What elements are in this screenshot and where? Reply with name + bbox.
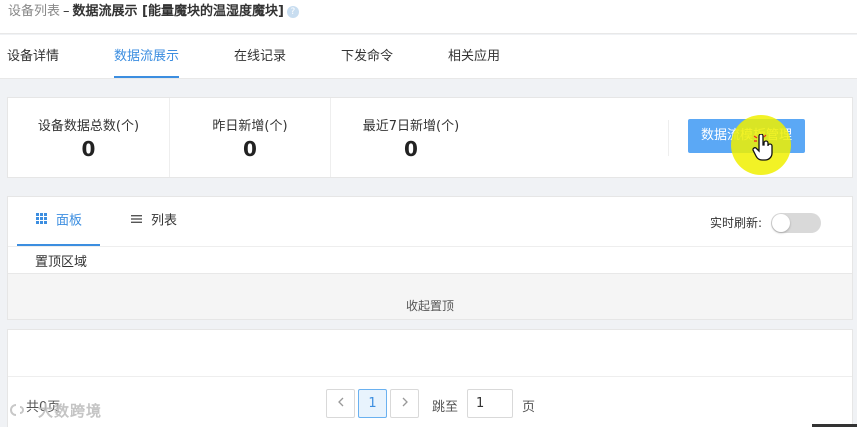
pagination-next-button[interactable] (390, 389, 419, 418)
pagination-jump-input[interactable]: 1 (467, 389, 513, 418)
pinned-collapse-band: 收起置顶 (8, 273, 852, 319)
view-tab-list-label: 列表 (151, 213, 178, 229)
view-tab-panel-label: 面板 (56, 213, 83, 229)
hand-cursor-icon (752, 134, 773, 161)
tab-device-details[interactable]: 设备详情 (7, 35, 59, 78)
datastream-list-area: 共0页 1 跳至 1 页 (7, 329, 853, 427)
stat-last7days-label: 最近7日新增(个) (362, 119, 460, 134)
breadcrumb-device-list[interactable]: 设备列表 (8, 4, 60, 19)
stat-total-value: 0 (81, 137, 96, 161)
datastream-panel: 面板 列表 实时刷新: 置顶区域 收起置顶 (7, 196, 853, 320)
stats-card: 设备数据总数(个) 0 昨日新增(个) 0 最近7日新增(个) 0 数据流模板管… (7, 97, 853, 178)
help-icon[interactable]: ? (286, 5, 299, 18)
toggle-knob (772, 214, 790, 232)
pinned-area-title: 置顶区域 (35, 255, 88, 270)
stat-total-label: 设备数据总数(个) (37, 119, 140, 134)
list-icon (131, 197, 145, 245)
watermark-text: 大数跨境 (38, 402, 103, 420)
collapse-pinned-button[interactable]: 收起置顶 (8, 297, 852, 314)
watermark-logo-icon (10, 404, 24, 416)
tab-related-apps[interactable]: 相关应用 (448, 35, 500, 78)
realtime-refresh-toggle[interactable] (771, 213, 821, 233)
pagination-prev-button[interactable] (326, 389, 355, 418)
view-tab-list[interactable]: 列表 (131, 197, 177, 246)
stat-yesterday-value: 0 (243, 137, 257, 161)
stat-yesterday: 昨日新增(个) 0 (169, 98, 330, 177)
pagination-page-current[interactable]: 1 (358, 389, 387, 418)
realtime-refresh-label: 实时刷新: (710, 216, 763, 230)
stat-total: 设备数据总数(个) 0 (8, 98, 169, 177)
grid-icon (36, 197, 50, 245)
stat-last7days-value: 0 (404, 137, 418, 161)
tab-online-records[interactable]: 在线记录 (234, 35, 286, 78)
list-divider (8, 376, 852, 377)
stat-last7days: 最近7日新增(个) 0 (330, 98, 491, 177)
panel-divider (8, 246, 852, 247)
pagination-jump-suffix: 页 (522, 400, 536, 415)
chevron-right-icon (402, 397, 408, 407)
chevron-left-icon (337, 397, 343, 407)
breadcrumb-current: 数据流展示 [能量魔块的温湿度魔块] (72, 4, 284, 19)
breadcrumb: 设备列表 – 数据流展示 [能量魔块的温湿度魔块]? (0, 0, 857, 34)
tab-send-command[interactable]: 下发命令 (341, 35, 393, 78)
stats-divider (668, 120, 669, 156)
view-tab-panel[interactable]: 面板 (17, 197, 101, 246)
breadcrumb-separator: – (63, 4, 70, 19)
pagination-jump-prefix: 跳至 (432, 400, 459, 415)
tab-datastream[interactable]: 数据流展示 (114, 35, 180, 78)
tab-bar: 设备详情 数据流展示 在线记录 下发命令 相关应用 (0, 35, 857, 79)
stat-yesterday-label: 昨日新增(个) (212, 119, 288, 134)
